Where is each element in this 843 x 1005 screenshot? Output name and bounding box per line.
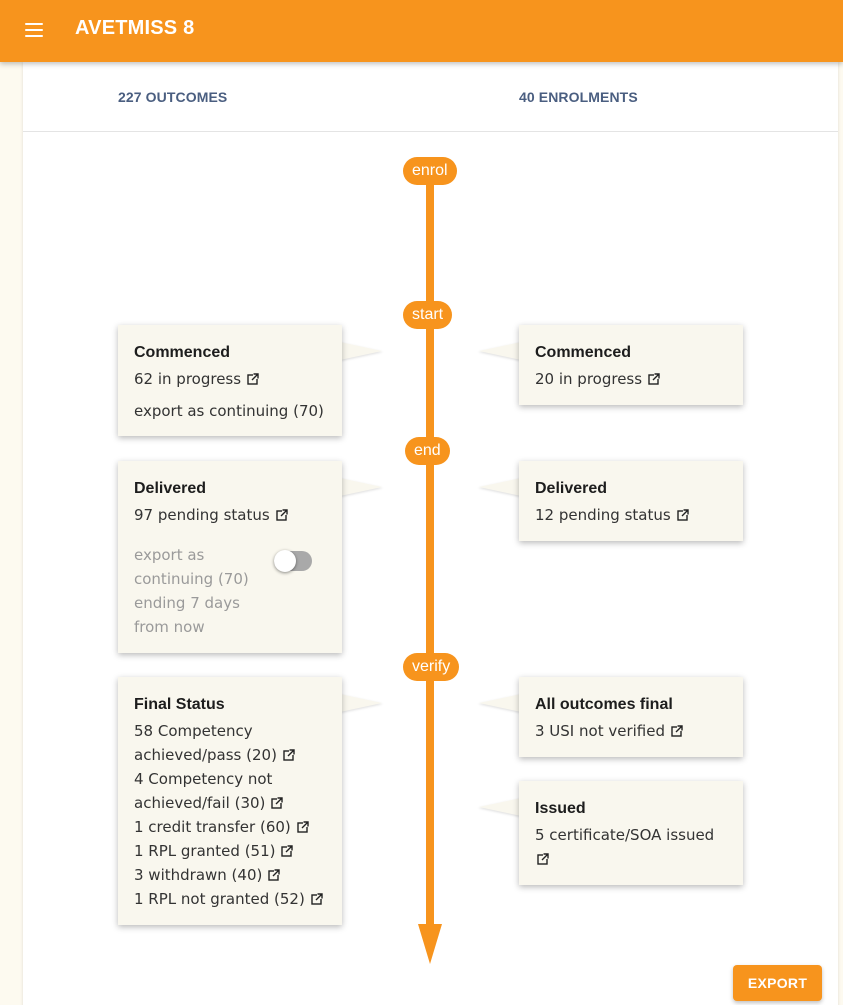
card-title: Issued — [535, 800, 586, 817]
enrolments-in-progress-link[interactable]: 20 in progress — [535, 367, 727, 391]
status-rpl-not-granted-link[interactable]: 1 RPL not granted (52) — [134, 887, 326, 911]
export-button[interactable]: EXPORT — [733, 965, 822, 1001]
callout-pointer — [340, 694, 382, 712]
callout-pointer — [479, 798, 521, 816]
all-outcomes-final-card: All outcomes final 3 USI not verified — [519, 677, 743, 757]
external-link-icon — [311, 893, 323, 905]
app-bar: AVETMISS 8 — [0, 0, 843, 62]
outcomes-in-progress-link[interactable]: 62 in progress — [134, 367, 326, 391]
status-rpl-granted-link[interactable]: 1 RPL granted (51) — [134, 839, 326, 863]
outcomes-pending-link[interactable]: 97 pending status — [134, 503, 326, 527]
card-title: Delivered — [134, 480, 207, 497]
callout-pointer — [479, 694, 521, 712]
external-link-icon — [276, 509, 288, 521]
tab-outcomes[interactable]: 227 OUTCOMES — [118, 89, 227, 105]
tab-enrolments[interactable]: 40 ENROLMENTS — [519, 89, 638, 105]
enrolments-delivered-card: Delivered 12 pending status — [519, 461, 743, 541]
card-title: Commenced — [535, 344, 632, 361]
external-link-icon — [281, 845, 293, 857]
timeline-arrowhead — [418, 924, 442, 964]
toggle-knob — [274, 550, 296, 572]
stage-enrol: enrol — [403, 157, 457, 185]
external-link-icon — [283, 749, 295, 761]
callout-pointer — [340, 342, 382, 360]
external-link-icon — [537, 853, 549, 865]
final-status-card: Final Status 58 Competency achieved/pass … — [118, 677, 342, 925]
card-title: Final Status — [134, 696, 225, 713]
outcomes-commenced-card: Commenced 62 in progress export as conti… — [118, 325, 342, 436]
timeline-line — [426, 180, 434, 926]
issued-card: Issued 5 certificate/SOA issued — [519, 781, 743, 885]
enrolments-commenced-card: Commenced 20 in progress — [519, 325, 743, 405]
certificate-issued-link[interactable]: 5 certificate/SOA issued — [535, 823, 727, 871]
status-competency-fail-link[interactable]: 4 Competency not achieved/fail (30) — [134, 767, 326, 815]
usi-not-verified-link[interactable]: 3 USI not verified — [535, 719, 727, 743]
callout-pointer — [340, 478, 382, 496]
callout-pointer — [479, 342, 521, 360]
card-title: All outcomes final — [535, 696, 673, 713]
export-continuing-toggle[interactable] — [274, 550, 312, 572]
hamburger-menu-icon[interactable] — [22, 21, 48, 41]
external-link-icon — [268, 869, 280, 881]
outcomes-delivered-card: Delivered 97 pending status export as co… — [118, 461, 342, 653]
external-link-icon — [247, 373, 259, 385]
status-credit-transfer-link[interactable]: 1 credit transfer (60) — [134, 815, 326, 839]
stage-start: start — [403, 301, 453, 329]
card-title: Delivered — [535, 480, 608, 497]
external-link-icon — [648, 373, 660, 385]
external-link-icon — [297, 821, 309, 833]
status-withdrawn-link[interactable]: 3 withdrawn (40) — [134, 863, 326, 887]
status-competency-pass-link[interactable]: 58 Competency achieved/pass (20) — [134, 719, 326, 767]
external-link-icon — [271, 797, 283, 809]
external-link-icon — [671, 725, 683, 737]
card-title: Commenced — [134, 344, 231, 361]
enrolments-pending-link[interactable]: 12 pending status — [535, 503, 727, 527]
external-link-icon — [677, 509, 689, 521]
stage-verify: verify — [403, 653, 460, 681]
tab-bar: 227 OUTCOMES 40 ENROLMENTS — [23, 62, 838, 132]
export-continuing-text: export as continuing (70) — [134, 402, 324, 420]
stage-end: end — [405, 437, 450, 465]
app-title: AVETMISS 8 — [75, 17, 195, 39]
callout-pointer — [479, 478, 521, 496]
